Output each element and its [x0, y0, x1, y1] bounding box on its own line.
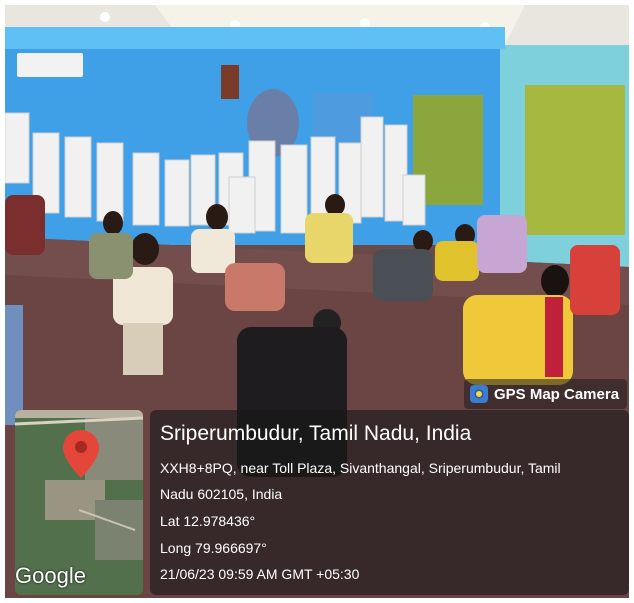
- gps-map-camera-badge: GPS Map Camera: [464, 379, 628, 409]
- latitude: Lat 12.978436°: [160, 513, 256, 529]
- timestamp: 21/06/23 09:59 AM GMT +05:30: [160, 566, 360, 582]
- longitude: Long 79.966697°: [160, 540, 267, 556]
- badge-label: GPS Map Camera: [494, 385, 620, 403]
- google-logo: Google: [15, 563, 86, 588]
- address-line-1: XXH8+8PQ, near Toll Plaza, Sivanthangal,…: [160, 460, 561, 476]
- map-pin-icon: [63, 430, 99, 478]
- location-info-panel: Sriperumbudur, Tamil Nadu, India XXH8+8P…: [150, 410, 629, 595]
- gps-camera-icon: [470, 385, 488, 403]
- photo-frame: GPS Map Camera Google Sriperumbudur, Tam…: [5, 5, 629, 598]
- location-title: Sriperumbudur, Tamil Nadu, India: [160, 422, 472, 445]
- address-line-2: Nadu 602105, India: [160, 486, 283, 502]
- location-map-thumbnail: Google: [15, 410, 143, 595]
